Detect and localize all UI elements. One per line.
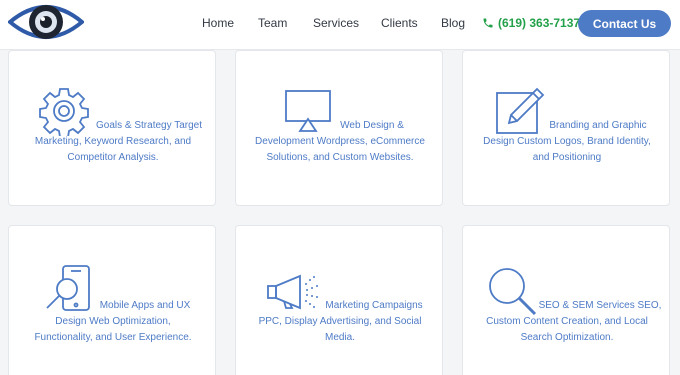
nav-team[interactable]: Team bbox=[258, 16, 287, 30]
service-card[interactable]: SEO & SEM Services SEO, Custom Content C… bbox=[462, 225, 670, 375]
service-line: Development Wordpress, eCommerce bbox=[255, 136, 425, 147]
service-line: Solutions, and Custom Websites. bbox=[266, 152, 414, 163]
service-card[interactable]: Marketing Campaigns PPC, Display Adverti… bbox=[235, 225, 443, 375]
service-line: Competitor Analysis. bbox=[67, 152, 159, 163]
service-card[interactable]: Branding and Graphic Design Custom Logos… bbox=[462, 50, 670, 206]
phone-number: (619) 363-7137 bbox=[498, 16, 581, 30]
nav-clients[interactable]: Clients bbox=[381, 16, 418, 30]
service-line: Custom Content Creation, and Local bbox=[486, 316, 648, 327]
service-card[interactable]: Goals & Strategy Target Marketing, Keywo… bbox=[8, 50, 216, 206]
eye-logo[interactable] bbox=[8, 0, 84, 46]
contact-us-button[interactable]: Contact Us bbox=[578, 10, 671, 37]
service-line: Marketing, Keyword Research, and bbox=[34, 136, 192, 147]
service-line: Functionality, and User Experience. bbox=[34, 332, 192, 343]
service-line: Media. bbox=[324, 332, 355, 343]
nav-blog[interactable]: Blog bbox=[441, 16, 465, 30]
phone-link[interactable]: (619) 363-7137 bbox=[482, 16, 580, 30]
service-line: Branding and Graphic bbox=[549, 120, 647, 131]
service-line: Marketing Campaigns bbox=[325, 300, 423, 311]
service-line: Design Custom Logos, Brand Identity, bbox=[483, 136, 651, 147]
site-header: Home Team Services Clients Blog (619) 36… bbox=[0, 0, 680, 50]
service-line: and Positioning bbox=[532, 152, 602, 163]
nav-services[interactable]: Services bbox=[313, 16, 359, 30]
service-line: Design Web Optimization, bbox=[55, 316, 171, 327]
phone-icon bbox=[483, 18, 493, 28]
service-line: Web Design & bbox=[340, 120, 404, 131]
service-line: Goals & Strategy Target bbox=[96, 120, 202, 131]
service-card[interactable]: Mobile Apps and UX Design Web Optimizati… bbox=[8, 225, 216, 375]
service-line: Search Optimization. bbox=[520, 332, 614, 343]
service-line: SEO & SEM Services SEO, bbox=[538, 300, 662, 311]
service-line: PPC, Display Advertising, and Social bbox=[258, 316, 422, 327]
service-card[interactable]: Web Design & Development Wordpress, eCom… bbox=[235, 50, 443, 206]
service-line: Mobile Apps and UX bbox=[99, 300, 191, 311]
nav-home[interactable]: Home bbox=[202, 16, 234, 30]
